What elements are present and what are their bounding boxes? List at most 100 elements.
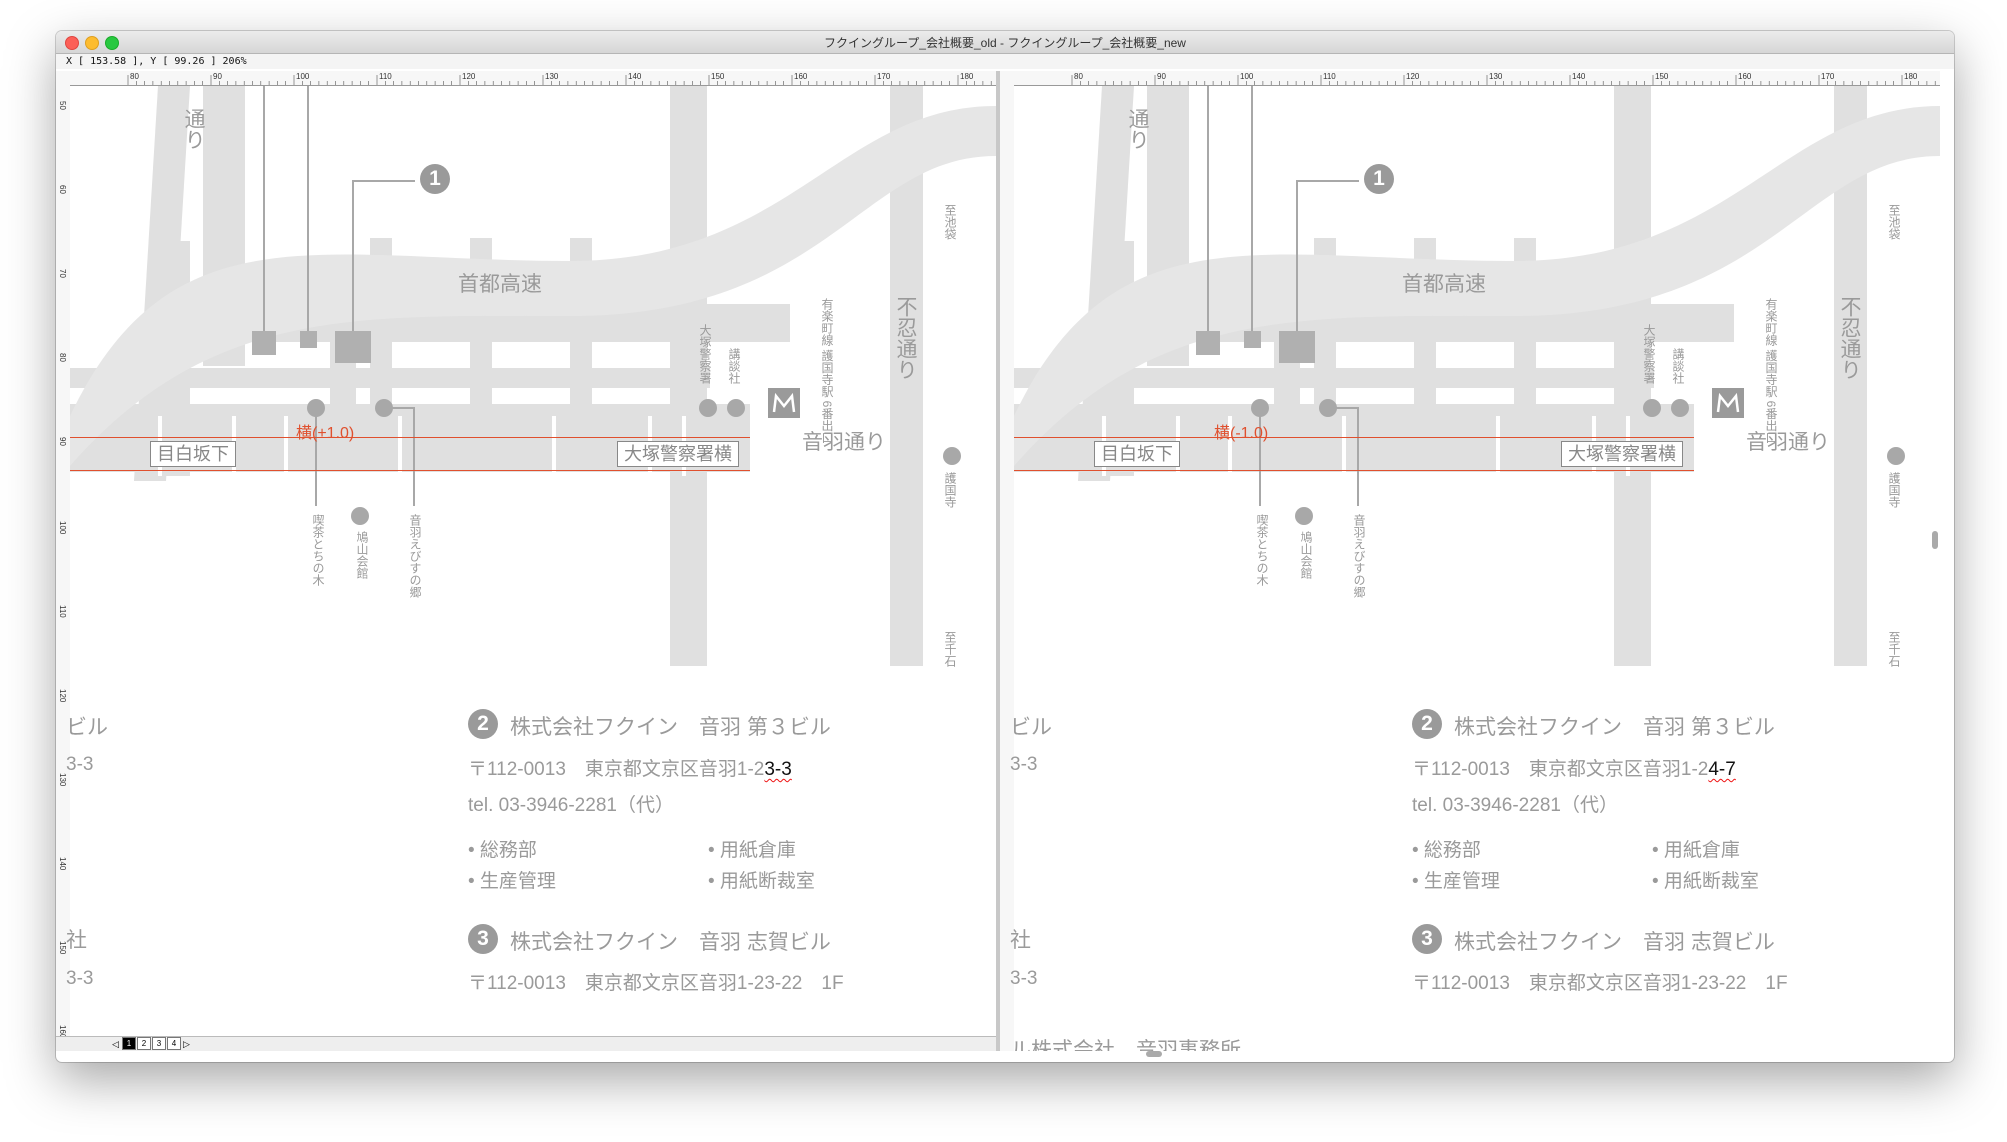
ruler-label: 100 <box>296 72 310 81</box>
office-heading-3: 株式会社フクイン 音羽 志賀ビル <box>510 931 831 954</box>
ruler-label: 120 <box>462 72 476 81</box>
ruler-label: 80 <box>58 353 67 362</box>
ruler-label: 90 <box>58 437 67 446</box>
office-address-2: 〒112-0013 東京都文京区音羽1-23-3 <box>468 754 792 781</box>
horizontal-ruler: 80 90 100 110 120 130 140 150 160 170 18… <box>1000 71 1940 86</box>
hatoyama-label: 鳩山会館 <box>1299 531 1313 579</box>
cut-address-text: 3-3 <box>66 968 94 989</box>
cut-building-text: ビル <box>1010 716 1052 739</box>
vertical-ruler: 50 60 70 80 90 100 110 120 130 140 150 1… <box>56 85 71 1051</box>
dept-item: • 総務部 <box>1412 840 1481 861</box>
ruler-label: 80 <box>1074 72 1083 81</box>
map-graphic <box>70 86 996 666</box>
title-bar[interactable]: フクイングループ_会社概要_old - フクイングループ_会社概要_new <box>56 31 1954 54</box>
kodansha-label: 講談社 <box>1671 348 1685 384</box>
office-address-3: 〒112-0013 東京都文京区音羽1-23-22 1F <box>468 973 844 994</box>
station-label: 有楽町線 護国寺駅 6番出口 <box>820 298 834 444</box>
ruler-label: 70 <box>58 269 67 278</box>
diff-line-bottom <box>1014 470 1694 471</box>
cut-address-text: 3-3 <box>1010 968 1038 989</box>
left-pane-old[interactable]: 80 90 100 110 120 130 140 150 160 170 18… <box>56 71 996 1051</box>
street-label-top: 通り <box>182 108 205 150</box>
office-badge-3: 3 <box>1412 924 1442 954</box>
to-ikebukuro-label: 至池袋 <box>943 204 957 240</box>
page-1-button[interactable]: 1 <box>122 1037 136 1050</box>
hatoyama-label: 鳩山会館 <box>355 531 369 579</box>
office-tel: tel. 03-3946-2281（代） <box>468 795 674 816</box>
vertical-scroll-thumb[interactable] <box>1932 531 1938 549</box>
ruler-label: 180 <box>960 72 974 81</box>
office-address-2: 〒112-0013 東京都文京区音羽1-24-7 <box>1412 754 1736 781</box>
street-label-top: 通り <box>1126 108 1149 150</box>
address-diff-text: 3-3 <box>764 759 792 780</box>
ruler-label: 150 <box>711 72 725 81</box>
document-page[interactable]: 1 通り 首都高速 不忍通り 音羽通り 大塚警察署 講談社 有楽町線 護国寺駅 … <box>66 86 996 1051</box>
otowa-street-label: 音羽通り <box>1746 431 1830 454</box>
ruler-label: 110 <box>1323 72 1336 81</box>
dept-item: • 生産管理 <box>468 871 556 892</box>
ruler-label: 100 <box>1240 72 1254 81</box>
cut-building-text: ビル <box>66 716 108 739</box>
ruler-label: 110 <box>379 72 392 81</box>
page-4-button[interactable]: 4 <box>167 1037 181 1050</box>
ruler-label: 150 <box>1655 72 1669 81</box>
ruler-label: 180 <box>1904 72 1918 81</box>
horizontal-ruler: 80 90 100 110 120 130 140 150 160 170 18… <box>56 71 996 86</box>
kodansha-label: 講談社 <box>727 348 741 384</box>
ruler-label: 90 <box>1157 72 1166 81</box>
shinobazu-street-label: 不忍通り <box>1838 296 1861 380</box>
office-address-3: 〒112-0013 東京都文京区音羽1-23-22 1F <box>1412 973 1788 994</box>
document-page[interactable]: 1 通り 首都高速 不忍通り 音羽通り 大塚警察署 講談社 有楽町線 護国寺駅 … <box>1010 86 1940 1051</box>
highway-label: 首都高速 <box>458 273 542 296</box>
dept-item: • 用紙断裁室 <box>708 871 815 892</box>
right-pane-new[interactable]: 80 90 100 110 120 130 140 150 160 170 18… <box>1000 71 1940 1051</box>
window-title: フクイングループ_会社概要_old - フクイングループ_会社概要_new <box>824 36 1186 50</box>
diff-line-bottom <box>70 470 750 471</box>
page-3-button[interactable]: 3 <box>152 1037 166 1050</box>
ruler-label: 120 <box>58 689 67 703</box>
dept-item: • 生産管理 <box>1412 871 1500 892</box>
dept-item: • 用紙断裁室 <box>1652 871 1759 892</box>
coordinate-readout: X [ 153.58 ], Y [ 99.26 ] 206% <box>56 54 1954 69</box>
to-sengoku-label: 至千石 <box>943 631 957 667</box>
diff-line-top <box>1014 437 1694 438</box>
office-heading-2: 株式会社フクイン 音羽 第３ビル <box>1454 716 1775 739</box>
ruler-label: 130 <box>545 72 559 81</box>
cut-bottom-text: ル株式会社 音羽事務所 <box>1010 1039 1241 1051</box>
vertical-ruler <box>1000 85 1015 1051</box>
ruler-label: 50 <box>58 101 67 110</box>
ruler-label: 130 <box>1489 72 1503 81</box>
ruler-label: 80 <box>130 72 139 81</box>
office-heading-3: 株式会社フクイン 音羽 志賀ビル <box>1454 931 1775 954</box>
prev-page-icon[interactable]: ◁ <box>112 1039 119 1050</box>
ruler-label: 110 <box>58 605 67 618</box>
horizontal-scroll-thumb[interactable] <box>1146 1051 1162 1057</box>
map-marker-1: 1 <box>420 164 450 194</box>
cut-address-text: 3-3 <box>1010 754 1038 775</box>
compare-window: フクイングループ_会社概要_old - フクイングループ_会社概要_new X … <box>56 31 1954 1062</box>
to-ikebukuro-label: 至池袋 <box>1887 204 1901 240</box>
address-diff-text: 4-7 <box>1708 759 1736 780</box>
ruler-label: 160 <box>794 72 808 81</box>
office-heading-2: 株式会社フクイン 音羽 第３ビル <box>510 716 831 739</box>
police-label: 大塚警察署 <box>1642 324 1656 384</box>
map-marker-1: 1 <box>1364 164 1394 194</box>
ruler-label: 140 <box>1572 72 1586 81</box>
ruler-label: 140 <box>58 857 67 871</box>
address-prefix: 〒112-0013 東京都文京区音羽1-2 <box>468 759 765 780</box>
ruler-ticks <box>127 75 992 85</box>
page-2-button[interactable]: 2 <box>137 1037 151 1050</box>
ruler-label: 90 <box>213 72 222 81</box>
diff-offset-label: 横(-1.0) <box>1214 425 1269 442</box>
shinobazu-street-label: 不忍通り <box>894 296 917 380</box>
cut-company-text: 社 <box>1010 929 1031 952</box>
to-sengoku-label: 至千石 <box>1887 631 1901 667</box>
mejiro-label-box: 目白坂下 <box>150 441 236 467</box>
kissa-label: 喫茶とちの木 <box>311 514 325 586</box>
highway-label: 首都高速 <box>1402 273 1486 296</box>
page-navigator[interactable]: ◁ 1 2 3 4 ▷ <box>56 1036 996 1051</box>
next-page-icon[interactable]: ▷ <box>183 1039 190 1050</box>
dept-item: • 用紙倉庫 <box>1652 840 1740 861</box>
ruler-label: 170 <box>1821 72 1835 81</box>
office-tel: tel. 03-3946-2281（代） <box>1412 795 1618 816</box>
